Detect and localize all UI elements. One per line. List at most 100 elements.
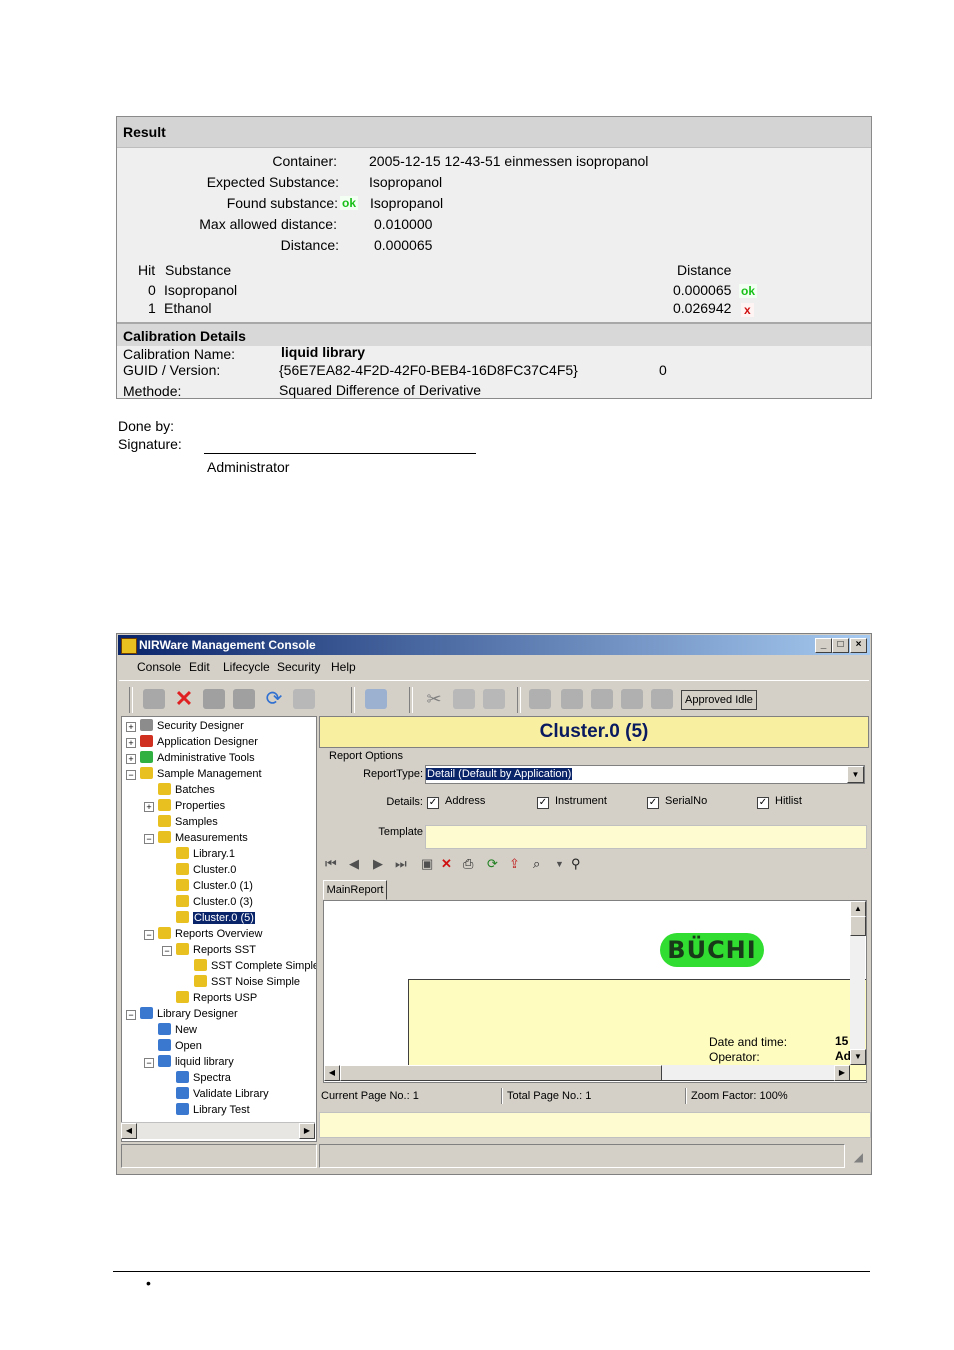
tool-icon[interactable] xyxy=(591,689,613,709)
menu-edit[interactable]: Edit xyxy=(189,660,210,674)
tree-item[interactable]: Cluster.0 (1) xyxy=(176,879,253,893)
menu-lifecycle[interactable]: Lifecycle xyxy=(223,660,270,674)
cut-icon[interactable]: ✂ xyxy=(423,689,445,709)
chevron-down-icon[interactable]: ▼ xyxy=(847,766,864,783)
serialno-checkbox[interactable]: ✓ SerialNo xyxy=(647,795,707,809)
tree-expander-icon[interactable]: − xyxy=(144,1058,154,1068)
tree-item[interactable]: Samples xyxy=(158,815,218,829)
tree-item-label: Sample Management xyxy=(157,768,262,780)
tree-item[interactable]: SST Noise Simple xyxy=(194,975,300,989)
tool-icon[interactable] xyxy=(561,689,583,709)
preview-icon[interactable] xyxy=(293,689,315,709)
save-all-icon[interactable] xyxy=(233,689,255,709)
tree-item[interactable]: Library Test xyxy=(176,1103,250,1117)
back-icon[interactable] xyxy=(143,689,165,709)
previous-page-icon[interactable]: ◀ xyxy=(349,856,359,872)
scroll-right-icon[interactable]: ▶ xyxy=(299,1123,315,1139)
page-icon[interactable]: ▣ xyxy=(421,856,433,872)
tree-item[interactable]: Measurements xyxy=(158,831,248,845)
tree-expander-icon[interactable]: + xyxy=(144,802,154,812)
menu-bar: Console Edit Lifecycle Security Help xyxy=(119,657,869,677)
tree-item[interactable]: New xyxy=(158,1023,197,1037)
tree-item[interactable]: Reports Overview xyxy=(158,927,262,941)
scroll-left-icon[interactable]: ◀ xyxy=(324,1065,340,1081)
tree-item[interactable]: Reports SST xyxy=(176,943,256,957)
container-label: Container: xyxy=(272,153,337,169)
scroll-thumb[interactable] xyxy=(850,916,866,936)
hitlist-checkbox[interactable]: ✓ Hitlist xyxy=(757,795,802,809)
menu-console[interactable]: Console xyxy=(137,660,181,674)
buchi-logo: BÜCHI xyxy=(660,933,764,967)
copy-icon[interactable] xyxy=(453,689,475,709)
preview-horizontal-scrollbar[interactable]: ◀ ▶ xyxy=(324,1065,850,1081)
tool-icon[interactable] xyxy=(621,689,643,709)
tree-expander-icon[interactable]: − xyxy=(126,770,136,780)
template-field[interactable] xyxy=(425,825,867,849)
tree-item[interactable]: Validate Library xyxy=(176,1087,269,1101)
print-icon[interactable]: ⎙ xyxy=(463,856,473,872)
last-page-icon[interactable]: ⏭ xyxy=(395,856,407,872)
tool-icon[interactable] xyxy=(529,689,551,709)
calibration-name-value: liquid library xyxy=(281,344,366,360)
tree-item[interactable]: Application Designer xyxy=(140,735,258,749)
instrument-checkbox[interactable]: ✓ Instrument xyxy=(537,795,607,809)
resize-grip-icon[interactable]: ◢ xyxy=(854,1150,863,1164)
scroll-up-icon[interactable]: ▲ xyxy=(850,901,866,917)
zoom-icon[interactable]: ⌕ xyxy=(533,856,540,872)
tree-item[interactable]: Sample Management xyxy=(140,767,262,781)
report-type-select[interactable]: Detail (Default by Application) ▼ xyxy=(425,765,865,784)
first-page-icon[interactable]: ⏮ xyxy=(325,856,337,872)
delete-icon[interactable]: ✕ xyxy=(173,688,195,710)
save-icon[interactable] xyxy=(203,689,225,709)
close-report-icon[interactable]: ✕ xyxy=(441,856,452,872)
tree-item[interactable]: Open xyxy=(158,1039,202,1053)
tree-item[interactable]: Spectra xyxy=(176,1071,231,1085)
tree-item[interactable]: Cluster.0 xyxy=(176,863,236,877)
tree-item-label: Library Designer xyxy=(157,1008,238,1020)
tree-expander-icon[interactable]: + xyxy=(126,738,136,748)
tree-item[interactable]: SST Complete Simple xyxy=(194,959,316,973)
tree-expander-icon[interactable]: − xyxy=(126,1010,136,1020)
title-bar[interactable]: NIRWare Management Console _ □ × xyxy=(118,635,870,655)
refresh-icon[interactable]: ⟳ xyxy=(263,689,285,709)
tree-item[interactable]: Cluster.0 (5) xyxy=(176,911,255,925)
scroll-left-icon[interactable]: ◀ xyxy=(121,1123,137,1139)
tree-expander-icon[interactable]: − xyxy=(144,834,154,844)
navigation-tree[interactable]: + Security Designer + Application Designer +… xyxy=(121,716,317,1142)
tree-expander-icon[interactable]: + xyxy=(126,754,136,764)
minimize-button[interactable]: _ xyxy=(815,638,832,653)
next-page-icon[interactable]: ▶ xyxy=(373,856,383,872)
menu-help[interactable]: Help xyxy=(331,660,356,674)
tree-item[interactable]: Administrative Tools xyxy=(140,751,255,765)
tree-horizontal-scrollbar[interactable]: ◀ ▶ xyxy=(121,1122,315,1139)
tree-item[interactable]: Properties xyxy=(158,799,225,813)
operator-value: Ad xyxy=(835,1049,851,1063)
tab-main-report[interactable]: MainReport xyxy=(323,880,387,900)
puzzle-icon xyxy=(176,911,189,923)
paste-icon[interactable] xyxy=(483,689,505,709)
properties-icon[interactable] xyxy=(365,689,387,709)
find-icon[interactable]: ⚲ xyxy=(571,856,581,872)
tool-icon[interactable] xyxy=(651,689,673,709)
tree-item[interactable]: Library Designer xyxy=(140,1007,238,1021)
tree-expander-icon[interactable]: − xyxy=(162,946,172,956)
tree-item[interactable]: Cluster.0 (3) xyxy=(176,895,253,909)
tree-item[interactable]: Reports USP xyxy=(176,991,257,1005)
tree-item[interactable]: Batches xyxy=(158,783,215,797)
preview-vertical-scrollbar[interactable]: ▲ ▼ xyxy=(850,901,866,1065)
maximize-button[interactable]: □ xyxy=(832,638,849,653)
zoom-dropdown-icon[interactable]: ▼ xyxy=(555,859,564,869)
scroll-right-icon[interactable]: ▶ xyxy=(834,1065,850,1081)
tree-item[interactable]: Library.1 xyxy=(176,847,235,861)
close-button[interactable]: × xyxy=(850,638,867,653)
scroll-down-icon[interactable]: ▼ xyxy=(850,1049,866,1065)
tree-expander-icon[interactable]: + xyxy=(126,722,136,732)
scroll-thumb[interactable] xyxy=(340,1065,662,1081)
address-checkbox[interactable]: ✓ Address xyxy=(427,795,485,809)
refresh-report-icon[interactable]: ⟳ xyxy=(487,856,498,872)
tree-item[interactable]: Security Designer xyxy=(140,719,244,733)
export-icon[interactable]: ⇪ xyxy=(509,856,520,872)
menu-security[interactable]: Security xyxy=(277,660,320,674)
tree-expander-icon[interactable]: − xyxy=(144,930,154,940)
tree-item[interactable]: liquid library xyxy=(158,1055,234,1069)
